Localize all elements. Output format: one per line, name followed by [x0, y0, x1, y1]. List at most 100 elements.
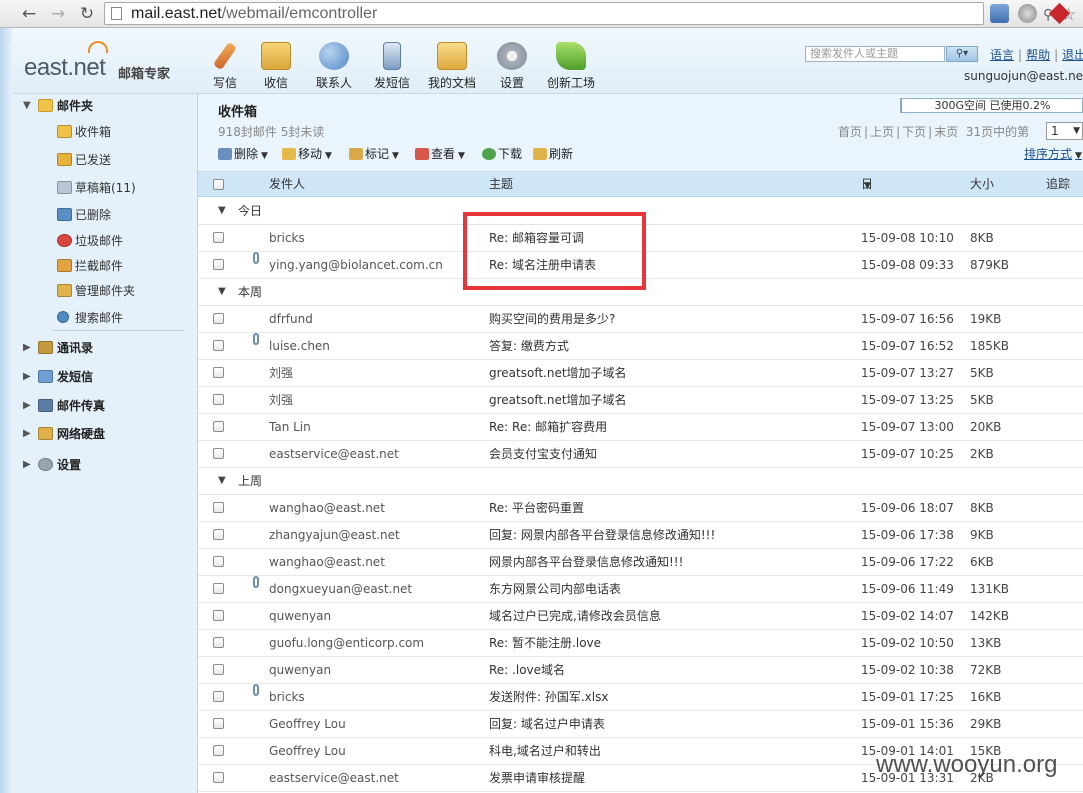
row-checkbox[interactable] — [213, 394, 224, 405]
mail-subject[interactable]: 回复: 域名过户申请表 — [489, 711, 605, 737]
group-header[interactable]: ▼ 上周 — [198, 468, 1083, 495]
extension-download-icon[interactable] — [990, 4, 1009, 23]
help-link[interactable]: 帮助 — [1026, 48, 1050, 62]
row-checkbox[interactable] — [213, 583, 224, 594]
mail-subject[interactable]: Re: Re: 邮箱扩容费用 — [489, 414, 607, 440]
receive-button[interactable]: 收信 — [246, 42, 306, 91]
mail-sender[interactable]: Geoffrey Lou — [269, 711, 346, 737]
table-row[interactable]: eastservice@east.net 会员支付宝支付通知 15-09-07 10… — [198, 441, 1083, 468]
table-row[interactable]: dfrfund 购买空间的费用是多少? 15-09-07 16:56 19KB — [198, 306, 1083, 333]
logout-link[interactable]: 退出 — [1062, 48, 1083, 62]
row-checkbox[interactable] — [213, 637, 224, 648]
chevron-right-icon[interactable]: ▶ — [23, 395, 31, 417]
reload-icon[interactable]: ↻ — [76, 3, 98, 25]
mail-sender[interactable]: bricks — [269, 684, 305, 710]
mail-sender[interactable]: Geoffrey Lou — [269, 738, 346, 764]
mail-sender[interactable]: 刘强 — [269, 387, 293, 413]
group-header[interactable]: ▼ 本周 — [198, 279, 1083, 306]
mail-subject[interactable]: 发票申请审核提醒 — [489, 765, 585, 791]
mail-subject[interactable]: 域名过户已完成,请修改会员信息 — [489, 603, 661, 629]
mail-subject[interactable]: greatsoft.net增加子域名 — [489, 360, 627, 386]
table-row[interactable]: dongxueyuan@east.net 东方网景公司内部电话表 15-09-06 … — [198, 576, 1083, 603]
mail-subject[interactable]: 会员支付宝支付通知 — [489, 441, 597, 467]
table-row[interactable]: 刘强 greatsoft.net增加子域名 15-09-07 13:25 5KB — [198, 387, 1083, 414]
col-subject[interactable]: 主题 — [489, 172, 513, 197]
table-row[interactable]: zhangyajun@east.net 回复: 网景内部各平台登录信息修改通知!!… — [198, 522, 1083, 549]
row-checkbox[interactable] — [213, 745, 224, 756]
table-row[interactable]: quwenyan 域名过户已完成,请修改会员信息 15-09-02 14:07 142… — [198, 603, 1083, 630]
mail-subject[interactable]: 回复: 网景内部各平台登录信息修改通知!!! — [489, 522, 715, 548]
row-checkbox[interactable] — [213, 502, 224, 513]
mail-subject[interactable]: 网景内部各平台登录信息修改通知!!! — [489, 549, 683, 575]
mail-sender[interactable]: wanghao@east.net — [269, 495, 385, 521]
col-track[interactable]: 追踪 — [1046, 172, 1070, 197]
table-row[interactable]: Geoffrey Lou 回复: 域名过户申请表 15-09-01 15:36 29K… — [198, 711, 1083, 738]
table-row[interactable]: wanghao@east.net 网景内部各平台登录信息修改通知!!! 15-09-… — [198, 549, 1083, 576]
chevron-down-icon[interactable]: ▼ — [218, 279, 226, 305]
row-checkbox[interactable] — [213, 610, 224, 621]
row-checkbox[interactable] — [213, 448, 224, 459]
view-button[interactable]: 查看 ▼ — [415, 144, 465, 166]
table-row[interactable]: luise.chen 答复: 缴费方式 15-09-07 16:52 185KB — [198, 333, 1083, 360]
mail-sender[interactable]: bricks — [269, 225, 305, 251]
mark-button[interactable]: 标记 ▼ — [349, 144, 399, 166]
row-checkbox[interactable] — [213, 232, 224, 243]
mail-sender[interactable]: quwenyan — [269, 657, 331, 683]
innovation-works-button[interactable]: 创新工场 — [541, 42, 601, 91]
mail-sender[interactable]: guofu.long@enticorp.com — [269, 630, 424, 656]
mail-sender[interactable]: eastservice@east.net — [269, 765, 399, 791]
col-size[interactable]: 大小 — [970, 172, 994, 197]
table-row[interactable]: guofu.long@enticorp.com Re: 暂不能注册.love 15-… — [198, 630, 1083, 657]
mail-sender[interactable]: wanghao@east.net — [269, 549, 385, 575]
chevron-down-icon[interactable]: ▼ — [218, 468, 226, 494]
mail-subject[interactable]: Re: 邮箱容量可调 — [489, 225, 584, 251]
address-bar[interactable]: mail.east.net/webmail/emcontroller ⚲ ☆ — [104, 2, 1076, 25]
group-header[interactable]: ▼ 今日 — [198, 198, 1083, 225]
pager-next[interactable]: 下页 — [902, 125, 926, 139]
sidebar-mail-folders[interactable]: ▼ 邮件夹 — [12, 95, 198, 117]
chevron-down-icon[interactable]: ▼ — [23, 95, 31, 117]
chevron-down-icon[interactable]: ▼ — [218, 198, 226, 224]
col-from[interactable]: 发件人 — [269, 172, 305, 197]
mail-sender[interactable]: Tan Lin — [269, 414, 311, 440]
pager-last[interactable]: 末页 — [934, 125, 958, 139]
col-date[interactable]: 日期▼ — [861, 172, 873, 216]
table-row[interactable]: wanghao@east.net Re: 平台密码重置 15-09-06 18:07… — [198, 495, 1083, 522]
mail-subject[interactable]: 购买空间的费用是多少? — [489, 306, 615, 332]
sms-button[interactable]: 发短信 — [362, 42, 422, 91]
table-row[interactable]: quwenyan Re: .love域名 15-09-02 10:38 72KB — [198, 657, 1083, 684]
page-select[interactable]: 1 ▼ — [1046, 122, 1083, 140]
search-button[interactable]: ⚲▾ — [946, 46, 978, 62]
mail-subject[interactable]: Re: 域名注册申请表 — [489, 252, 596, 278]
mail-subject[interactable]: Re: .love域名 — [489, 657, 565, 683]
mail-sender[interactable]: luise.chen — [269, 333, 330, 359]
search-input[interactable]: 搜索发件人或主题 — [805, 46, 945, 62]
contacts-button[interactable]: 联系人 — [304, 42, 364, 91]
settings-button[interactable]: 设置 — [482, 42, 542, 91]
delete-button[interactable]: 删除 ▼ — [218, 144, 268, 166]
row-checkbox[interactable] — [213, 772, 224, 783]
mail-subject[interactable]: 发送附件: 孙国军.xlsx — [489, 684, 608, 710]
chevron-right-icon[interactable]: ▶ — [23, 454, 31, 476]
chevron-right-icon[interactable]: ▶ — [23, 423, 31, 445]
mail-subject[interactable]: 东方网景公司内部电话表 — [489, 576, 621, 602]
mail-subject[interactable]: Re: 暂不能注册.love — [489, 630, 601, 656]
mail-subject[interactable]: Re: 平台密码重置 — [489, 495, 584, 521]
table-row[interactable]: 刘强 greatsoft.net增加子域名 15-09-07 13:27 5KB — [198, 360, 1083, 387]
row-checkbox[interactable] — [213, 664, 224, 675]
language-link[interactable]: 语言 — [990, 48, 1014, 62]
row-checkbox[interactable] — [213, 313, 224, 324]
row-checkbox[interactable] — [213, 367, 224, 378]
mail-subject[interactable]: greatsoft.net增加子域名 — [489, 387, 627, 413]
back-icon[interactable]: ← — [18, 3, 40, 25]
sort-dropdown[interactable]: 排序方式 ▼ — [1024, 144, 1082, 166]
row-checkbox[interactable] — [213, 556, 224, 567]
table-row[interactable]: bricks 发送附件: 孙国军.xlsx 15-09-01 17:25 16KB — [198, 684, 1083, 711]
row-checkbox[interactable] — [213, 421, 224, 432]
mail-sender[interactable]: 刘强 — [269, 360, 293, 386]
move-button[interactable]: 移动 ▼ — [282, 144, 332, 166]
extension-globe-icon[interactable] — [1018, 4, 1037, 23]
row-checkbox[interactable] — [213, 340, 224, 351]
mail-sender[interactable]: dfrfund — [269, 306, 313, 332]
pager-first[interactable]: 首页 — [838, 125, 862, 139]
